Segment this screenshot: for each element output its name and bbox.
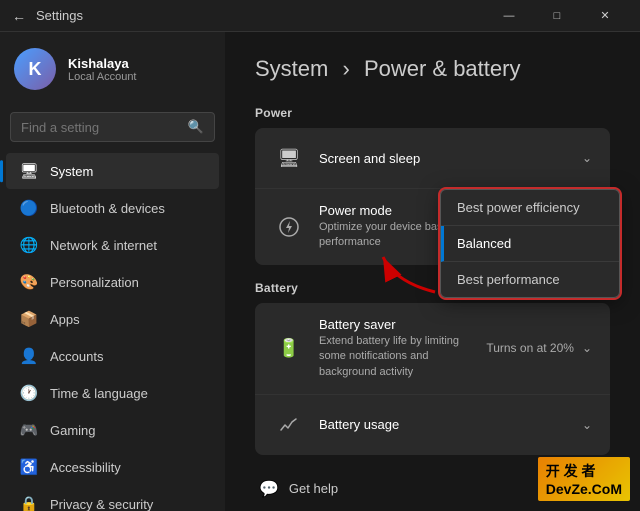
current-page-title: Power & battery: [364, 56, 521, 81]
maximize-button[interactable]: □: [534, 0, 580, 32]
sidebar-label-accessibility: Accessibility: [50, 460, 121, 475]
user-type: Local Account: [68, 71, 137, 83]
sidebar-item-bluetooth[interactable]: 🔵 Bluetooth & devices: [6, 190, 219, 226]
sidebar-item-gaming[interactable]: 🎮 Gaming: [6, 412, 219, 448]
sidebar-item-network[interactable]: 🌐 Network & internet: [6, 227, 219, 263]
time-icon: 🕐: [20, 384, 38, 402]
power-option-efficiency[interactable]: Best power efficiency: [441, 190, 619, 226]
battery-usage-title: Battery usage: [319, 417, 582, 432]
app-title: Settings: [36, 8, 83, 23]
battery-saver-icon: 🔋: [273, 332, 305, 364]
user-name: Kishalaya: [68, 56, 137, 71]
battery-usage-icon: [273, 409, 305, 441]
bluetooth-icon: 🔵: [20, 199, 38, 217]
sidebar-label-network: Network & internet: [50, 238, 157, 253]
search-icon: 🔍: [188, 119, 204, 135]
close-button[interactable]: ✕: [582, 0, 628, 32]
chevron-icon: ⌄: [582, 151, 592, 165]
nav-list: 🖥 System 🔵 Bluetooth & devices 🌐 Network…: [0, 152, 225, 511]
power-mode-popup: Best power efficiency Balanced Best perf…: [440, 189, 620, 298]
breadcrumb-parent: System: [255, 56, 328, 81]
sidebar-label-accounts: Accounts: [50, 349, 103, 364]
user-profile[interactable]: K Kishalaya Local Account: [0, 32, 225, 106]
power-mode-icon: [273, 211, 305, 243]
sidebar-item-personalization[interactable]: 🎨 Personalization: [6, 264, 219, 300]
screen-sleep-row[interactable]: 🖥 Screen and sleep ⌄: [255, 128, 610, 189]
battery-usage-row[interactable]: Battery usage ⌄: [255, 395, 610, 455]
main-content: System › Power & battery Power 🖥 Screen …: [225, 32, 640, 511]
accessibility-icon: ♿: [20, 458, 38, 476]
watermark: 开 发 者DevZe.CoM: [538, 457, 630, 501]
battery-saver-title: Battery saver: [319, 317, 486, 332]
privacy-icon: 🔒: [20, 495, 38, 511]
sidebar-item-system[interactable]: 🖥 System: [6, 153, 219, 189]
app-body: K Kishalaya Local Account 🔍 🖥 System 🔵 B…: [0, 32, 640, 511]
sidebar-item-privacy[interactable]: 🔒 Privacy & security: [6, 486, 219, 511]
sidebar-item-accessibility[interactable]: ♿ Accessibility: [6, 449, 219, 485]
battery-card: 🔋 Battery saver Extend battery life by l…: [255, 303, 610, 455]
page-title: System › Power & battery: [255, 56, 610, 82]
window-controls: — □ ✕: [486, 0, 628, 32]
title-bar: ← Settings — □ ✕: [0, 0, 640, 32]
screen-sleep-title: Screen and sleep: [319, 151, 582, 166]
battery-saver-chevron: ⌄: [582, 341, 592, 355]
battery-usage-chevron: ⌄: [582, 418, 592, 432]
gaming-icon: 🎮: [20, 421, 38, 439]
breadcrumb-arrow: ›: [342, 56, 349, 81]
get-help-label: Get help: [289, 481, 338, 496]
sidebar-item-apps[interactable]: 📦 Apps: [6, 301, 219, 337]
sidebar-label-time: Time & language: [50, 386, 148, 401]
get-help-icon: 💬: [259, 479, 279, 499]
network-icon: 🌐: [20, 236, 38, 254]
accounts-icon: 👤: [20, 347, 38, 365]
power-section-label: Power: [255, 106, 610, 120]
power-option-balanced[interactable]: Balanced: [441, 226, 619, 262]
sidebar: K Kishalaya Local Account 🔍 🖥 System 🔵 B…: [0, 32, 225, 511]
sidebar-label-apps: Apps: [50, 312, 80, 327]
search-box[interactable]: 🔍: [10, 112, 215, 142]
power-card: 🖥 Screen and sleep ⌄ Powe: [255, 128, 610, 265]
sidebar-item-time[interactable]: 🕐 Time & language: [6, 375, 219, 411]
power-mode-row[interactable]: Power mode Optimize your device based on…: [255, 189, 610, 265]
minimize-button[interactable]: —: [486, 0, 532, 32]
search-input[interactable]: [21, 120, 180, 135]
avatar: K: [14, 48, 56, 90]
sidebar-label-bluetooth: Bluetooth & devices: [50, 201, 165, 216]
battery-saver-status: Turns on at 20%: [486, 341, 574, 355]
power-option-performance[interactable]: Best performance: [441, 262, 619, 297]
apps-icon: 📦: [20, 310, 38, 328]
battery-saver-row[interactable]: 🔋 Battery saver Extend battery life by l…: [255, 303, 610, 395]
back-button[interactable]: ←: [12, 8, 26, 24]
sidebar-label-privacy: Privacy & security: [50, 497, 153, 511]
personalization-icon: 🎨: [20, 273, 38, 291]
screen-sleep-icon: 🖥: [273, 142, 305, 174]
sidebar-label-personalization: Personalization: [50, 275, 139, 290]
system-icon: 🖥: [20, 162, 38, 180]
battery-saver-desc: Extend battery life by limiting some not…: [319, 334, 486, 380]
sidebar-label-system: System: [50, 164, 93, 179]
sidebar-label-gaming: Gaming: [50, 423, 96, 438]
sidebar-item-accounts[interactable]: 👤 Accounts: [6, 338, 219, 374]
